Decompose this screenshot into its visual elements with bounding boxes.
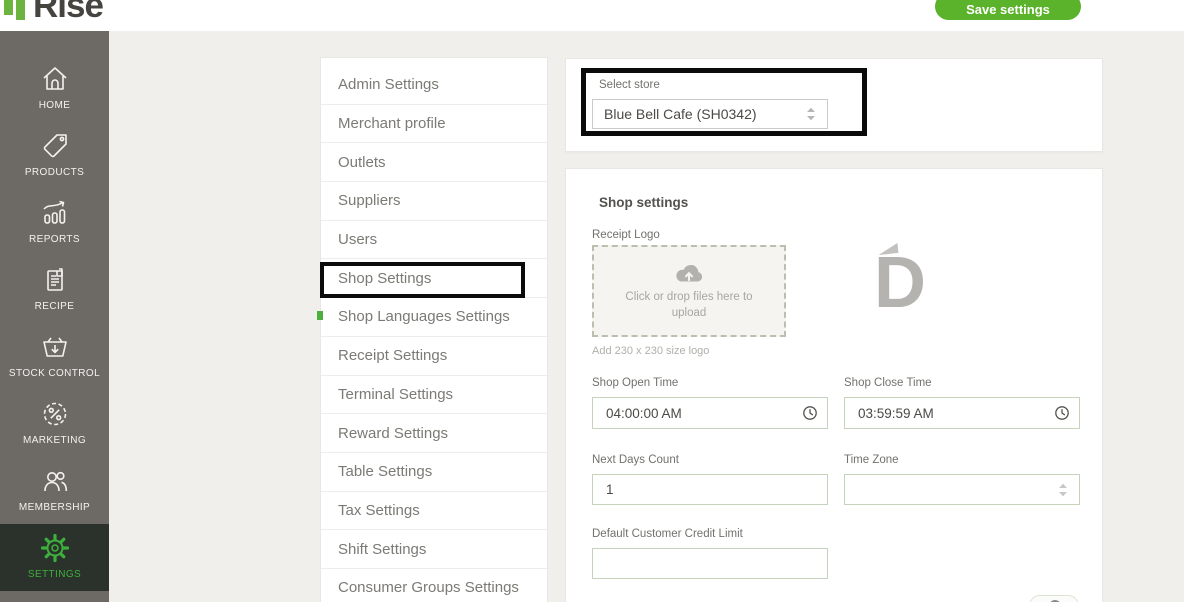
receipt-logo-upload-dropzone[interactable]: Click or drop files here to upload [592,245,786,337]
home-icon [42,67,67,90]
sidebar-nav: HOME PRODUCTS REPORTS RECIPE STOCK CONTR… [0,31,109,602]
sidebar-item-label: HOME [38,100,71,111]
sidebar-item-label: STOCK CONTROL [8,368,101,379]
menu-item-merchant-profile[interactable]: Merchant profile [321,104,547,144]
menu-item-receipt-settings[interactable]: Receipt Settings [321,336,547,376]
active-menu-indicator [317,311,323,320]
chevron-updown-icon [807,107,815,121]
time-zone-select[interactable] [844,474,1080,505]
upload-instruction-text: Click or drop files here to upload [625,290,753,319]
sidebar-item-label: PRODUCTS [24,167,85,178]
sidebar-item-label: SETTINGS [27,569,82,580]
bar-chart-icon [42,200,65,224]
default-customer-credit-limit-input[interactable] [592,548,828,579]
store-select-value: Blue Bell Cafe (SH0342) [604,106,757,122]
menu-item-shift-settings[interactable]: Shift Settings [321,530,547,569]
time-zone-label: Time Zone [844,454,899,466]
page: Rise Save settings HOME PRODUCTS REPORTS [0,0,1184,602]
menu-item-shop-settings[interactable]: Shop Settings [321,259,547,299]
people-icon [43,471,67,492]
discount-badge-icon [43,402,66,426]
shop-close-time-input[interactable] [844,397,1080,429]
menu-item-reward-settings[interactable]: Reward Settings [321,414,547,453]
default-customer-credit-limit-label: Default Customer Credit Limit [592,528,743,540]
sidebar-item-recipe[interactable]: RECIPE [0,256,109,323]
save-settings-button[interactable]: Save settings [935,0,1081,20]
gear-icon [40,533,69,563]
top-header: Rise Save settings [0,0,1184,31]
basket-icon [42,337,67,357]
brand-name: Rise [33,0,104,25]
menu-item-admin-settings[interactable]: Admin Settings [321,66,547,105]
shop-open-time-input[interactable] [592,397,828,429]
chevron-updown-icon [1059,483,1067,496]
shop-close-time-label: Shop Close Time [844,377,932,389]
menu-item-consumer-groups-settings[interactable]: Consumer Groups Settings [321,568,547,602]
current-receipt-logo-image: D [874,242,926,319]
shop-open-time-label: Shop Open Time [592,377,679,389]
sidebar-item-products[interactable]: PRODUCTS [0,122,109,189]
menu-item-users[interactable]: Users [321,220,547,260]
sidebar-item-label: MARKETING [22,435,87,446]
brand-bar-icon [16,0,25,20]
menu-item-terminal-settings[interactable]: Terminal Settings [321,375,547,415]
next-days-count-input[interactable] [592,474,828,505]
sidebar-item-label: REPORTS [29,234,80,245]
select-store-label: Select store [599,79,660,91]
menu-item-shop-languages-settings[interactable]: Shop Languages Settings [321,298,547,337]
sidebar-item-membership[interactable]: MEMBERSHIP [0,457,109,524]
logo-page-flip-icon [877,242,899,256]
toggle-switch[interactable] [1029,595,1079,602]
menu-item-outlets[interactable]: Outlets [321,143,547,183]
menu-item-table-settings[interactable]: Table Settings [321,452,547,492]
logo-letter: D [874,243,926,323]
next-days-count-label: Next Days Count [592,454,679,466]
sidebar-item-reports[interactable]: REPORTS [0,189,109,256]
sidebar-item-settings[interactable]: SETTINGS [0,524,109,591]
settings-menu-list: Admin Settings Merchant profile Outlets … [317,57,548,602]
document-icon [46,268,63,291]
shop-settings-card: Shop settings Receipt Logo Click or drop… [565,168,1103,602]
logo-size-hint: Add 230 x 230 size logo [592,345,710,357]
tag-icon [43,134,67,158]
store-select[interactable]: Blue Bell Cafe (SH0342) [592,99,828,129]
menu-item-suppliers[interactable]: Suppliers [321,182,547,221]
sidebar-item-marketing[interactable]: MARKETING [0,390,109,457]
sidebar-item-label: MEMBERSHIP [18,502,91,513]
receipt-logo-label: Receipt Logo [592,229,660,241]
brand-bar-icon [4,0,13,15]
cloud-upload-icon [676,264,703,282]
sidebar-item-stock-control[interactable]: STOCK CONTROL [0,323,109,390]
store-selector-card: Select store Blue Bell Cafe (SH0342) [565,58,1103,152]
sidebar-item-label: RECIPE [34,301,75,312]
menu-item-tax-settings[interactable]: Tax Settings [321,491,547,531]
sidebar-item-home[interactable]: HOME [0,55,109,122]
shop-settings-title: Shop settings [599,195,689,210]
